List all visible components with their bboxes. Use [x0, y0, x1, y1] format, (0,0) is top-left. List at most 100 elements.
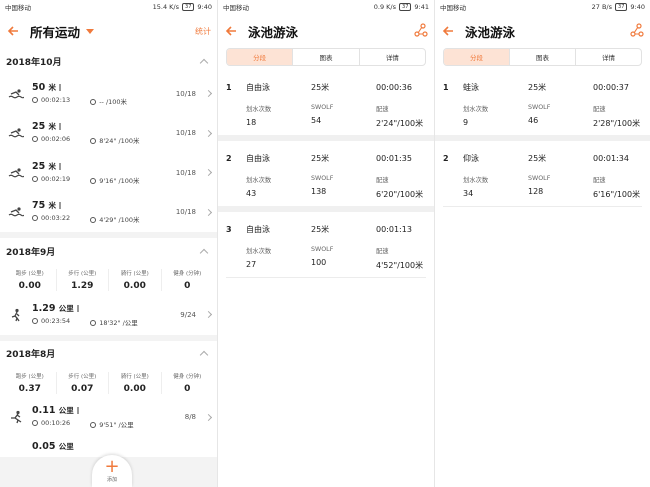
list-item[interactable]: 1.29 公里 00:23:54 18'32" /公里 9/24	[0, 295, 217, 335]
segment-distance: 25米	[311, 153, 330, 163]
pace: 9'16" /100米	[99, 176, 140, 185]
segment-distance: 25米	[311, 82, 330, 92]
distance-unit: 公里	[58, 406, 74, 416]
walking-icon	[6, 305, 26, 325]
summary-cell: 跑步 (公里) 0.00	[4, 269, 57, 291]
pace-icon	[90, 98, 97, 105]
swim-detail-screen-left: 中国移动 0.9 K/s 37 9:41 泳池游泳 分段 图表 详情 1 自由泳 2…	[217, 0, 434, 487]
segment-number: 1	[443, 82, 449, 92]
tab-details[interactable]: 详情	[360, 49, 425, 65]
back-arrow-icon[interactable]	[224, 23, 240, 39]
tab-details[interactable]: 详情	[576, 49, 641, 65]
timer-icon	[32, 317, 38, 324]
swolf-label: SWOLF	[311, 175, 334, 182]
summary-value: 0.00	[123, 281, 146, 291]
month-summary: 跑步 (公里) 0.00 步行 (公里) 1.29 骑行 (公里) 0.00 健身 (分钟)…	[0, 264, 217, 295]
month-header-sep[interactable]: 2018年9月	[0, 238, 217, 264]
segment-distance: 25米	[311, 224, 330, 234]
pace: 18'32" /公里	[99, 318, 138, 327]
list-item[interactable]: 50 米 00:02:13 -- /100米 10/18	[0, 74, 217, 114]
swolf-label: SWOLF	[311, 104, 334, 111]
chevron-up-icon	[199, 248, 209, 257]
stroke-type: 蛙泳	[463, 82, 479, 92]
strokes-label: 划水次数	[463, 177, 489, 184]
summary-value: 0	[184, 281, 191, 291]
strokes-value: 27	[246, 260, 257, 269]
distance-value: 1.29	[32, 302, 56, 314]
segment-tabs: 分段 图表 详情	[443, 48, 642, 66]
chevron-down-icon[interactable]	[86, 28, 95, 34]
tab-segments[interactable]: 分段	[444, 49, 510, 65]
chevron-up-icon	[199, 58, 209, 67]
battery-icon: 37	[182, 3, 195, 11]
app-bar: 泳池游泳	[435, 14, 650, 48]
segment-time: 00:01:34	[593, 153, 629, 163]
strokes-value: 43	[246, 189, 257, 198]
month-header-oct[interactable]: 2018年10月	[0, 48, 217, 74]
duration: 00:10:26	[41, 419, 71, 428]
strokes-label: 划水次数	[463, 106, 489, 113]
distance-value: 25	[32, 121, 46, 133]
add-button[interactable]: + 添加	[92, 455, 132, 487]
duration: 00:03:22	[41, 214, 71, 223]
activity-date: 10/18	[175, 208, 196, 217]
share-icon[interactable]	[414, 22, 428, 41]
swimming-icon	[6, 163, 26, 183]
share-icon[interactable]	[630, 22, 644, 41]
month-label: 2018年10月	[6, 57, 62, 68]
pace: -- /100米	[99, 97, 128, 106]
activity-list[interactable]: 2018年10月 50 米 00:02:13 -- /100米 10/18 25 米 00…	[0, 48, 217, 487]
pace-icon	[90, 217, 97, 224]
add-label: 添加	[106, 477, 117, 483]
segment-divider	[226, 277, 426, 278]
segment-row: 3 自由泳 25米 00:01:13 划水次数 27 SWOLF 100 配速 4'52"/100…	[218, 212, 434, 277]
segment-time: 00:01:13	[376, 224, 412, 234]
list-item[interactable]: 75 米 00:03:22 4'29" /100米 10/18	[0, 192, 217, 232]
summary-label: 骑行 (公里)	[120, 373, 149, 380]
distance-value: 25	[32, 160, 46, 172]
segment-time: 00:00:37	[593, 82, 629, 92]
segment-divider	[443, 206, 642, 207]
back-arrow-icon[interactable]	[6, 23, 22, 39]
back-arrow-icon[interactable]	[441, 23, 457, 39]
tab-chart[interactable]: 图表	[510, 49, 576, 65]
pace-value: 4'52"/100米	[376, 261, 424, 270]
summary-cell: 骑行 (公里) 0.00	[109, 269, 162, 291]
pace-icon	[90, 319, 97, 326]
summary-value: 0.07	[71, 383, 94, 394]
stats-button[interactable]: 统计	[195, 26, 211, 37]
swim-detail-screen-right: 中国移动 27 B/s 37 9:40 泳池游泳 分段 图表 详情 1 蛙泳 25米…	[434, 0, 650, 487]
summary-cell: 步行 (公里) 0.07	[57, 371, 109, 394]
distance-unit: 公里	[58, 442, 74, 451]
running-icon	[6, 407, 26, 427]
pace-label: 配速	[593, 106, 606, 113]
carrier-label: 中国移动	[223, 4, 249, 12]
strokes-value: 9	[463, 118, 469, 127]
tab-segments[interactable]: 分段	[227, 49, 294, 65]
stroke-type: 自由泳	[246, 82, 270, 92]
distance-unit: 米	[48, 161, 57, 171]
page-title: 泳池游泳	[465, 24, 516, 40]
distance-value: 50	[32, 81, 46, 93]
strokes-label: 划水次数	[246, 177, 272, 184]
summary-value: 1.29	[71, 281, 94, 291]
segment-distance: 25米	[528, 153, 547, 163]
pace-label: 配速	[376, 106, 389, 113]
list-item[interactable]: 0.11 公里 00:10:26 9'51" /公里 8/8	[0, 397, 217, 437]
list-item[interactable]: 25 米 00:02:19 9'16" /100米 10/18	[0, 153, 217, 193]
summary-label: 跑步 (公里)	[15, 373, 44, 380]
list-item[interactable]: 0.05 公里	[0, 437, 217, 457]
net-speed: 15.4 K/s	[152, 3, 180, 11]
timer-icon	[32, 175, 38, 182]
carrier-label: 中国移动	[440, 4, 466, 12]
summary-cell: 健身 (分钟) 0	[162, 269, 214, 291]
segment-number: 1	[226, 82, 232, 92]
tab-chart[interactable]: 图表	[293, 49, 360, 65]
segment-row: 1 蛙泳 25米 00:00:37 划水次数 9 SWOLF 46 配速 2'28"/100米	[435, 70, 650, 135]
list-item[interactable]: 25 米 00:02:06 8'24" /100米 10/18	[0, 113, 217, 153]
pace: 9'51" /公里	[99, 421, 134, 430]
swimming-icon	[6, 84, 26, 104]
swolf-label: SWOLF	[528, 104, 551, 111]
month-header-aug[interactable]: 2018年8月	[0, 340, 217, 367]
segment-time: 00:00:36	[376, 82, 412, 92]
